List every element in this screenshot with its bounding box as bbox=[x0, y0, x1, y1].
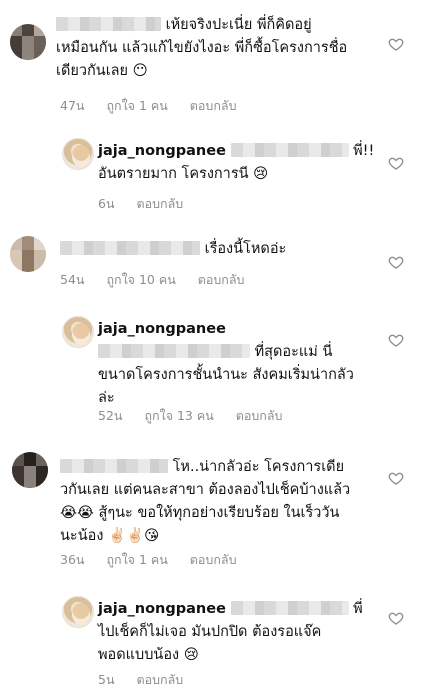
blurred-username bbox=[230, 143, 349, 157]
blurred-username bbox=[56, 17, 161, 31]
comment-text: jaja_nongpanee พี่!! อันตรายมาก โครงการน… bbox=[98, 140, 378, 186]
heart-outline-icon[interactable] bbox=[388, 470, 404, 486]
avatar[interactable] bbox=[62, 316, 94, 348]
comment-time: 36น bbox=[60, 552, 85, 567]
comment-text-line: ขนาดโครงการชั้นนำนะ สังคมเริ่มน่ากลัว bbox=[98, 367, 354, 383]
reply-button[interactable]: ตอบกลับ bbox=[190, 552, 237, 567]
comment-text-line: เดียวกันเลย 😶 bbox=[56, 63, 148, 79]
comment-time: 47น bbox=[60, 98, 85, 113]
reply-button[interactable]: ตอบกลับ bbox=[136, 196, 183, 211]
blurred-username bbox=[98, 344, 250, 358]
comment-text-line: ไปเช็คก็ไม่เจอ มันปกปิด ต้องรอแจ๊ค bbox=[98, 624, 322, 640]
comment-text-line: เห้ยจริงปะเนี่ย พี่ก็คิดอยู่ bbox=[165, 17, 312, 33]
comment-meta: 5น ตอบกลับ bbox=[98, 670, 201, 690]
comment-text: jaja_nongpanee พี่ ไปเช็คก็ไม่เจอ มันปกป… bbox=[98, 598, 378, 667]
like-count-link[interactable]: ถูกใจ 10 คน bbox=[106, 272, 175, 287]
comment-text: เรื่องนี้โหดอ่ะ bbox=[60, 238, 380, 261]
comment-text-line: พี่!! bbox=[353, 143, 375, 159]
comment-meta: 52น ถูกใจ 13 คน ตอบกลับ bbox=[98, 406, 300, 426]
comment-time: 6น bbox=[98, 196, 115, 211]
comment-text-line: 😭😭 สู้ๆนะ ขอให้ทุกอย่างเรียบร้อย ในเร็วว… bbox=[60, 505, 340, 521]
comment-time: 54น bbox=[60, 272, 85, 287]
comment-text: เห้ยจริงปะเนี่ย พี่ก็คิดอยู่ เหมือนกัน แ… bbox=[56, 14, 376, 83]
blurred-username bbox=[60, 459, 168, 473]
comment-text-line: พอดแบบน้อง 😢 bbox=[98, 647, 199, 663]
comment-text-line: โห..น่ากลัวอ่ะ โครงการเดีย bbox=[172, 459, 345, 475]
like-count-link[interactable]: ถูกใจ 1 คน bbox=[106, 552, 167, 567]
comment-text-line: วกันเลย แต่คนละสาขา ต้องลองไปเช็คบ้างแล้… bbox=[60, 482, 351, 498]
comment-text-line: พี่ bbox=[353, 601, 363, 617]
comment-text-line: ล่ะ bbox=[98, 390, 115, 406]
username-link[interactable]: jaja_nongpanee bbox=[98, 601, 226, 617]
avatar[interactable] bbox=[10, 24, 46, 60]
reply-button[interactable]: ตอบกลับ bbox=[236, 408, 283, 423]
comment-text-line: เหมือนกัน แล้วแก้ไขยังไงอะ พี่ก็ซื้อโครง… bbox=[56, 40, 348, 56]
like-count-link[interactable]: ถูกใจ 13 คน bbox=[144, 408, 213, 423]
reply-button[interactable]: ตอบกลับ bbox=[136, 672, 183, 687]
comment-text: jaja_nongpanee ที่สุดอะแม่ นี่ ขนาดโครงก… bbox=[98, 318, 378, 410]
comment-text-line: อันตรายมาก โครงการนี 😢 bbox=[98, 166, 269, 182]
heart-outline-icon[interactable] bbox=[388, 36, 404, 52]
heart-outline-icon[interactable] bbox=[388, 332, 404, 348]
comment-text-line: ที่สุดอะแม่ นี่ bbox=[254, 344, 333, 360]
like-count-link[interactable]: ถูกใจ 1 คน bbox=[106, 98, 167, 113]
comment-time: 5น bbox=[98, 672, 115, 687]
comment-meta: 54น ถูกใจ 10 คน ตอบกลับ bbox=[60, 270, 262, 290]
comment-meta: 36น ถูกใจ 1 คน ตอบกลับ bbox=[60, 550, 255, 570]
avatar[interactable] bbox=[62, 138, 94, 170]
comment-text-line: นะน้อง ✌🏻✌🏻😘 bbox=[60, 528, 160, 544]
blurred-username bbox=[60, 241, 200, 255]
comment-text-line: เรื่องนี้โหดอ่ะ bbox=[204, 241, 287, 257]
avatar[interactable] bbox=[62, 596, 94, 628]
avatar[interactable] bbox=[10, 236, 46, 272]
reply-button[interactable]: ตอบกลับ bbox=[190, 98, 237, 113]
avatar[interactable] bbox=[12, 452, 48, 488]
username-link[interactable]: jaja_nongpanee bbox=[98, 143, 226, 159]
heart-outline-icon[interactable] bbox=[388, 155, 404, 171]
reply-button[interactable]: ตอบกลับ bbox=[198, 272, 245, 287]
username-link[interactable]: jaja_nongpanee bbox=[98, 321, 226, 337]
heart-outline-icon[interactable] bbox=[388, 610, 404, 626]
comment-meta: 6น ตอบกลับ bbox=[98, 194, 201, 214]
comment-meta: 47น ถูกใจ 1 คน ตอบกลับ bbox=[60, 96, 255, 116]
blurred-username bbox=[230, 601, 349, 615]
comment-time: 52น bbox=[98, 408, 123, 423]
comment-text: โห..น่ากลัวอ่ะ โครงการเดีย วกันเลย แต่คน… bbox=[60, 456, 380, 548]
heart-outline-icon[interactable] bbox=[388, 254, 404, 270]
